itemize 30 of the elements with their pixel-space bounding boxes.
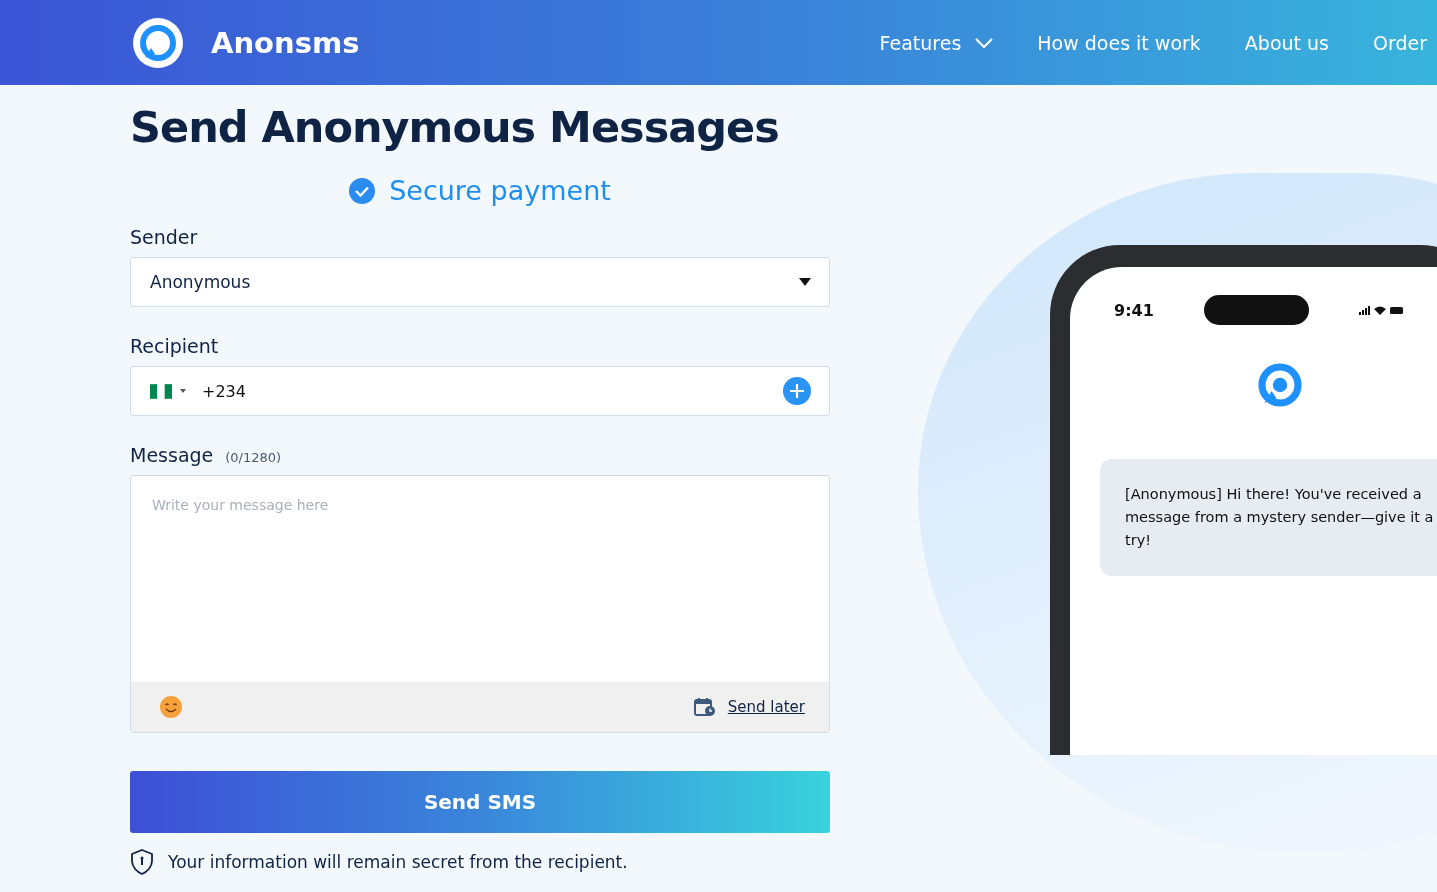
message-field[interactable]: Write your message here Send later: [130, 475, 830, 733]
privacy-note: Your information will remain secret from the recipient.: [168, 852, 628, 872]
secure-payment-text: Secure payment: [389, 175, 611, 206]
calendar-clock-icon: [693, 697, 716, 717]
phone-input-field[interactable]: +234: [130, 366, 830, 416]
logo-icon: [133, 17, 183, 68]
caret-icon: [180, 389, 186, 393]
smiley-icon[interactable]: [159, 695, 183, 719]
add-icon[interactable]: [783, 377, 811, 405]
flag-icon[interactable]: [150, 383, 172, 399]
send-later-link[interactable]: Send later: [693, 697, 805, 717]
chevron-down-icon: [975, 37, 994, 48]
message-bubble: [Anonymous] Hi there! You've received a message from a mystery sender—give it a try!: [1100, 459, 1437, 576]
nav-link[interactable]: Order: [1373, 31, 1427, 54]
shield-icon: [130, 849, 154, 875]
nav-link[interactable]: About us: [1244, 31, 1329, 54]
check-circle-icon: [349, 177, 376, 204]
field-label: Sender: [130, 226, 198, 248]
page-title: Send Anonymous Messages: [130, 101, 779, 154]
sender-select[interactable]: Anonymous: [130, 257, 830, 307]
send-sms-button[interactable]: Send SMS: [130, 771, 830, 833]
status-icons: [1358, 304, 1403, 316]
nav-link[interactable]: Features: [879, 31, 994, 54]
field-label: Recipient: [130, 335, 219, 357]
brand-name: Anonsms: [211, 25, 360, 60]
character-counter: (0/1280): [225, 450, 282, 465]
nav-link[interactable]: How does it work: [1037, 31, 1201, 54]
field-label: Message: [130, 444, 214, 466]
status-time: 9:41: [1114, 300, 1154, 320]
dropdown-arrow-icon: [799, 278, 811, 286]
